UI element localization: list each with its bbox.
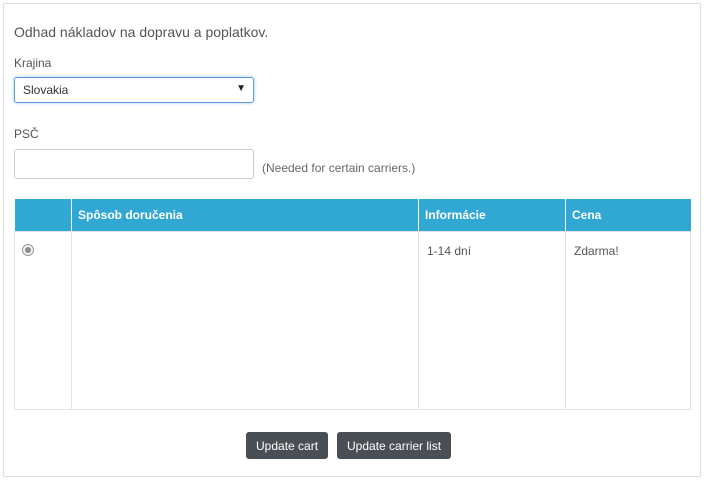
carrier-radio[interactable]	[22, 243, 34, 256]
update-carrier-list-button[interactable]: Update carrier list	[337, 432, 452, 459]
header-price: Cena	[565, 199, 691, 231]
intro-text: Odhad nákladov na dopravu a poplatkov.	[14, 24, 269, 40]
header-method: Spôsob doručenia	[71, 199, 419, 231]
table-header-row: Spôsob doručenia Informácie Cena	[14, 199, 691, 231]
chevron-down-icon: ▼	[236, 83, 246, 94]
header-info: Informácie	[418, 199, 566, 231]
country-selected-value: Slovakia	[23, 83, 69, 97]
zip-input[interactable]	[14, 149, 254, 179]
zip-label: PSČ	[14, 127, 39, 141]
update-cart-button[interactable]: Update cart	[246, 432, 329, 459]
method-cell	[71, 230, 419, 410]
header-select	[14, 199, 72, 231]
info-cell: 1-14 dní	[418, 230, 566, 410]
table-row: 1-14 dní Zdarma!	[14, 230, 691, 410]
shipping-estimate-panel: Odhad nákladov na dopravu a poplatkov. K…	[3, 3, 701, 477]
carriers-table: Spôsob doručenia Informácie Cena 1-14 dn…	[14, 199, 691, 410]
country-select[interactable]: Slovakia ▼	[14, 77, 254, 103]
country-label: Krajina	[14, 56, 52, 70]
zip-hint: (Needed for certain carriers.)	[262, 161, 416, 175]
select-cell	[14, 230, 72, 410]
price-cell: Zdarma!	[565, 230, 691, 410]
